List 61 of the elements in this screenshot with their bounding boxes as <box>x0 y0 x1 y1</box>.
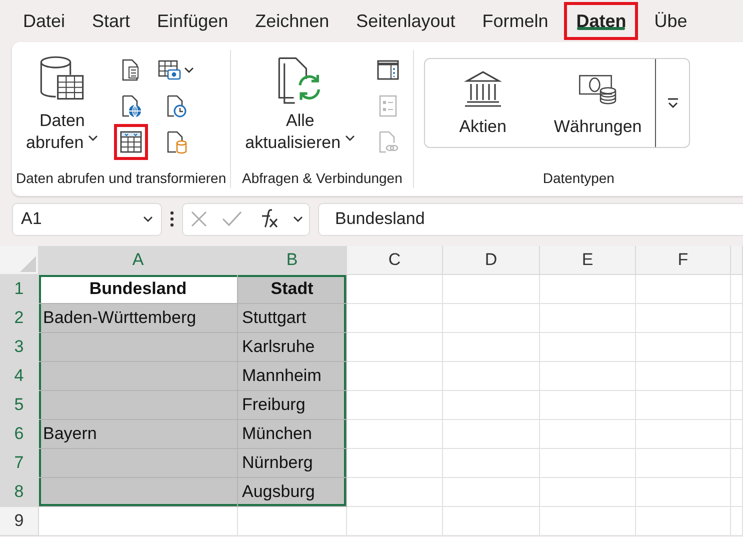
ribbon-tab[interactable]: Daten <box>564 2 638 40</box>
name-box[interactable]: A1 <box>12 202 162 236</box>
expand-gallery-icon <box>666 97 679 109</box>
ribbon-tab[interactable]: Übe <box>643 2 698 40</box>
more-options-icon[interactable] <box>170 211 174 227</box>
ribbon-tab[interactable]: Start <box>81 2 142 40</box>
formula-field[interactable]: Bundesland <box>318 202 743 236</box>
table-icon <box>119 130 144 154</box>
cancel-icon[interactable] <box>190 210 208 228</box>
table-camera-icon <box>157 58 182 82</box>
table-cell[interactable]: Augsburg <box>238 478 347 507</box>
row-header[interactable]: 1 <box>0 275 39 304</box>
data-type-button[interactable]: Aktien <box>425 59 540 147</box>
large-ribbon-button[interactable]: Daten abrufen <box>20 52 104 156</box>
column-header[interactable]: B <box>238 246 347 275</box>
table-cell[interactable] <box>39 478 238 507</box>
table-cell[interactable] <box>39 449 238 478</box>
table-cell[interactable]: Karlsruhe <box>238 333 347 362</box>
group-label: Datentypen <box>542 170 616 188</box>
column-header[interactable]: D <box>443 246 540 275</box>
ribbon-tab[interactable]: Zeichnen <box>244 2 340 40</box>
check-icon[interactable] <box>220 210 242 228</box>
group-label: Abfragen & Verbindungen <box>241 170 404 188</box>
row-header[interactable]: 8 <box>0 478 39 507</box>
table-cell[interactable]: Mannheim <box>238 362 347 391</box>
column-header[interactable]: F <box>636 246 731 275</box>
table-cell[interactable]: Baden-Württemberg <box>39 304 238 333</box>
table-cell[interactable]: Freiburg <box>238 391 347 420</box>
data-type-button[interactable]: Währungen <box>540 59 656 147</box>
ribbon-tab[interactable]: Formeln <box>471 2 560 40</box>
row-header[interactable]: 5 <box>0 391 39 420</box>
column-header[interactable]: A <box>39 246 238 275</box>
table-cell[interactable] <box>39 362 238 391</box>
large-ribbon-button[interactable]: Alle aktualisieren <box>239 52 362 156</box>
ribbon-icon-button[interactable] <box>114 124 148 160</box>
table-cell[interactable] <box>39 333 238 362</box>
row-header[interactable]: 7 <box>0 449 39 478</box>
table-cell[interactable]: Stuttgart <box>238 304 347 333</box>
row-header[interactable]: 3 <box>0 333 39 362</box>
table-cell[interactable]: Nürnberg <box>238 449 347 478</box>
group-label: Daten abrufen und transformieren <box>15 170 228 188</box>
ribbon-tab[interactable]: Seitenlayout <box>345 2 466 40</box>
row-header[interactable]: 6 <box>0 420 39 449</box>
row-header[interactable]: 9 <box>0 507 39 536</box>
column-header[interactable] <box>731 246 743 275</box>
ribbon-tab[interactable]: Datei <box>12 2 76 40</box>
row-header[interactable]: 2 <box>0 304 39 333</box>
bank-building-icon <box>462 69 503 109</box>
table-cell[interactable]: Bayern <box>39 420 238 449</box>
table-cell[interactable] <box>39 391 238 420</box>
table-cell[interactable]: Bundesland <box>39 275 238 304</box>
chevron-down-icon <box>292 216 302 222</box>
chevron-down-icon <box>143 216 153 222</box>
table-cell[interactable]: Stadt <box>238 275 347 304</box>
triangle-icon <box>18 254 38 274</box>
column-header[interactable]: E <box>540 246 636 275</box>
ribbon-tab[interactable]: Einfügen <box>146 2 240 40</box>
table-cell[interactable]: München <box>238 420 347 449</box>
side-pane-icon <box>376 58 400 82</box>
column-header[interactable]: C <box>347 246 443 275</box>
row-header[interactable]: 4 <box>0 362 39 391</box>
